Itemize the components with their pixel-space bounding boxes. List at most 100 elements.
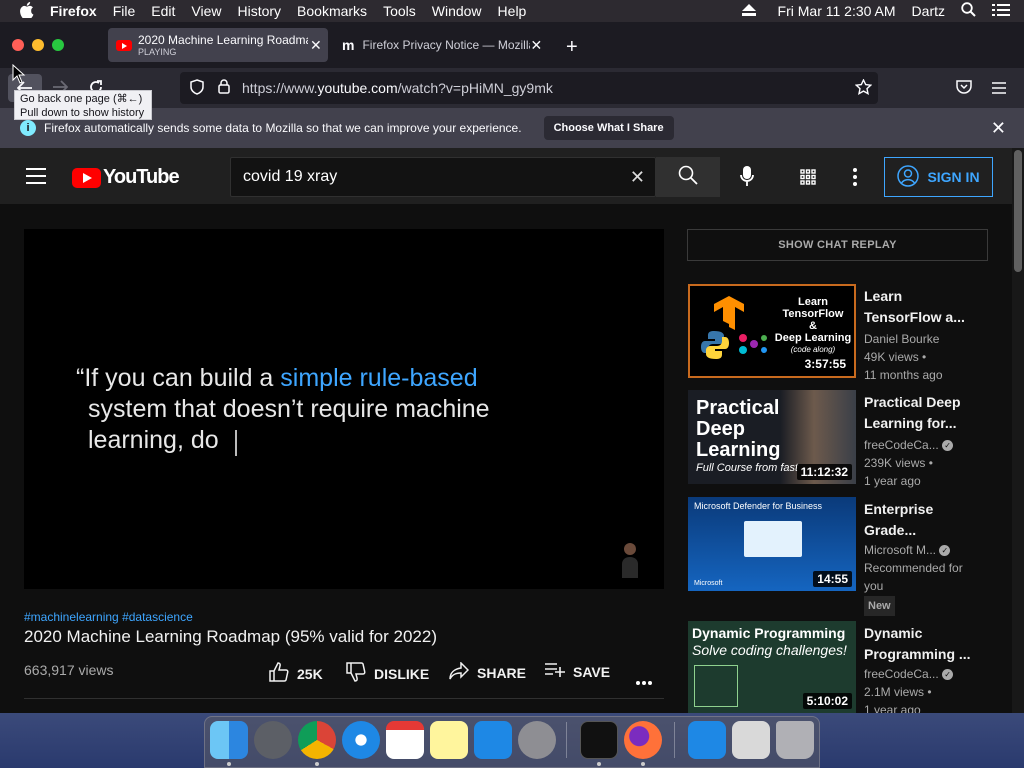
video-thumbnail[interactable]: Dynamic Programming Solve coding challen…: [688, 621, 856, 713]
menu-app-name[interactable]: Firefox: [42, 3, 105, 19]
notification-text: Firefox automatically sends some data to…: [44, 121, 522, 135]
scrollbar-thumb[interactable]: [1014, 150, 1022, 272]
control-center-icon[interactable]: [984, 3, 1024, 20]
video-thumbnail[interactable]: Practical Deep Learning Full Course from…: [688, 390, 856, 484]
app-menu-icon[interactable]: [992, 81, 1006, 99]
menu-bookmarks[interactable]: Bookmarks: [289, 3, 375, 19]
bookmark-star-icon[interactable]: [854, 77, 873, 98]
share-button[interactable]: SHARE: [449, 661, 526, 683]
apps-grid-icon[interactable]: [800, 169, 816, 190]
menu-view[interactable]: View: [183, 3, 229, 19]
trash-icon[interactable]: [776, 721, 814, 759]
menu-edit[interactable]: Edit: [143, 3, 183, 19]
recommended-video-card[interactable]: Learn TensorFlow & Deep Learning (code a…: [688, 284, 988, 382]
firefox-icon[interactable]: [624, 721, 662, 759]
video-quote-line: system that doesn’t require machine: [88, 395, 490, 423]
channel-name[interactable]: freeCodeCa... ✓: [864, 436, 974, 454]
youtube-logo[interactable]: YouTube: [72, 166, 180, 189]
show-chat-replay-button[interactable]: SHOW CHAT REPLAY: [687, 229, 988, 261]
search-button[interactable]: [656, 157, 720, 197]
launchpad-icon[interactable]: [254, 721, 292, 759]
upload-age: 1 year ago: [864, 474, 921, 488]
search-query: covid 19 xray: [243, 168, 338, 185]
title-line: Grade...: [864, 522, 917, 538]
window-close-button[interactable]: [12, 39, 24, 51]
tab-youtube[interactable]: 2020 Machine Learning Roadmap PLAYING ✕: [108, 28, 328, 62]
title-line: Learning for...: [864, 415, 957, 431]
app-store-icon[interactable]: [474, 721, 512, 759]
window-minimize-button[interactable]: [32, 39, 44, 51]
new-tab-icon[interactable]: +: [566, 36, 578, 59]
recommended-video-card[interactable]: Dynamic Programming Solve coding challen…: [688, 621, 988, 717]
video-thumbnail[interactable]: Microsoft Defender for Business Microsof…: [688, 497, 856, 591]
terminal-icon[interactable]: [580, 721, 618, 759]
running-indicator: [597, 762, 601, 766]
disk-image-icon[interactable]: [732, 721, 770, 759]
recommendation-note: Recommended for: [864, 561, 963, 575]
thumb-line: &: [809, 320, 817, 332]
menu-file[interactable]: File: [105, 3, 144, 19]
menu-tools[interactable]: Tools: [375, 3, 424, 19]
recommended-video-card[interactable]: Practical Deep Learning Full Course from…: [688, 390, 988, 488]
notes-icon[interactable]: [430, 721, 468, 759]
video-duration: 14:55: [813, 571, 852, 587]
video-quote-line: “If you can build a simple rule-based: [76, 364, 478, 393]
tab-playing-label: PLAYING: [138, 46, 177, 57]
search-input[interactable]: covid 19 xray ✕: [230, 157, 656, 197]
video-hashtags[interactable]: #machinelearning #datascience: [24, 610, 193, 624]
video-title[interactable]: Dynamic Programming ...: [864, 623, 974, 665]
search-icon: [678, 165, 698, 190]
tab-mozilla[interactable]: m Firefox Privacy Notice — Mozilla ✕: [334, 28, 554, 62]
channel-name[interactable]: freeCodeCa... ✓: [864, 665, 974, 683]
new-badge: New: [864, 596, 895, 616]
more-actions-icon[interactable]: [636, 672, 652, 690]
tab-close-icon[interactable]: ✕: [530, 37, 542, 54]
clear-search-icon[interactable]: ✕: [630, 167, 645, 188]
channel-name[interactable]: Daniel Bourke: [864, 330, 974, 348]
lock-icon[interactable]: [218, 79, 230, 97]
choose-what-i-share-button[interactable]: Choose What I Share: [543, 116, 674, 140]
channel-name[interactable]: Microsoft M... ✓: [864, 541, 974, 559]
apple-icon[interactable]: [0, 1, 42, 21]
system-preferences-icon[interactable]: [518, 721, 556, 759]
safari-icon[interactable]: [342, 721, 380, 759]
more-vert-icon[interactable]: [853, 168, 857, 191]
video-thumbnail[interactable]: Learn TensorFlow & Deep Learning (code a…: [688, 284, 856, 378]
url-text[interactable]: https://www.youtube.com/watch?v=pHiMN_gy…: [242, 80, 553, 96]
recommended-video-card[interactable]: Microsoft Defender for Business Microsof…: [688, 497, 988, 616]
tab-close-icon[interactable]: ✕: [310, 37, 322, 54]
dock-separator: [674, 722, 675, 758]
title-line: Learn: [864, 288, 903, 304]
tracking-shield-icon[interactable]: [190, 78, 204, 98]
menu-history[interactable]: History: [229, 3, 289, 19]
sign-in-button[interactable]: SIGN IN: [884, 157, 993, 197]
save-button[interactable]: SAVE: [545, 662, 610, 681]
pocket-icon[interactable]: [956, 80, 972, 99]
thumb-line: TensorFlow: [782, 308, 844, 320]
dislike-button[interactable]: DISLIKE: [346, 662, 429, 685]
microphone-icon[interactable]: [740, 166, 754, 193]
calendar-icon[interactable]: [386, 721, 424, 759]
channel-label: Microsoft M...: [864, 543, 937, 557]
thumb-line: (code along): [790, 345, 836, 354]
thumb-line: Learn: [798, 296, 828, 308]
like-button[interactable]: 25K: [269, 662, 323, 685]
eject-icon[interactable]: [734, 3, 764, 19]
video-title[interactable]: Practical Deep Learning for...: [864, 392, 974, 434]
window-zoom-button[interactable]: [52, 39, 64, 51]
notification-close-icon[interactable]: ✕: [991, 118, 1006, 139]
video-title[interactable]: Enterprise Grade...: [864, 499, 974, 541]
chrome-icon[interactable]: [298, 721, 336, 759]
video-title[interactable]: Learn TensorFlow a...: [864, 286, 974, 328]
url-bar[interactable]: https://www.youtube.com/watch?v=pHiMN_gy…: [180, 72, 878, 104]
menu-window[interactable]: Window: [424, 3, 490, 19]
hamburger-menu-icon[interactable]: [26, 168, 46, 189]
spotlight-icon[interactable]: [953, 2, 984, 20]
app-store-downloads-icon[interactable]: [688, 721, 726, 759]
menu-help[interactable]: Help: [490, 3, 535, 19]
dislike-label: DISLIKE: [374, 665, 430, 682]
info-icon: i: [20, 120, 36, 136]
finder-icon[interactable]: [210, 721, 248, 759]
menubar-user[interactable]: Dartz: [904, 3, 953, 19]
menubar-datetime[interactable]: Fri Mar 11 2:30 AM: [764, 3, 904, 19]
